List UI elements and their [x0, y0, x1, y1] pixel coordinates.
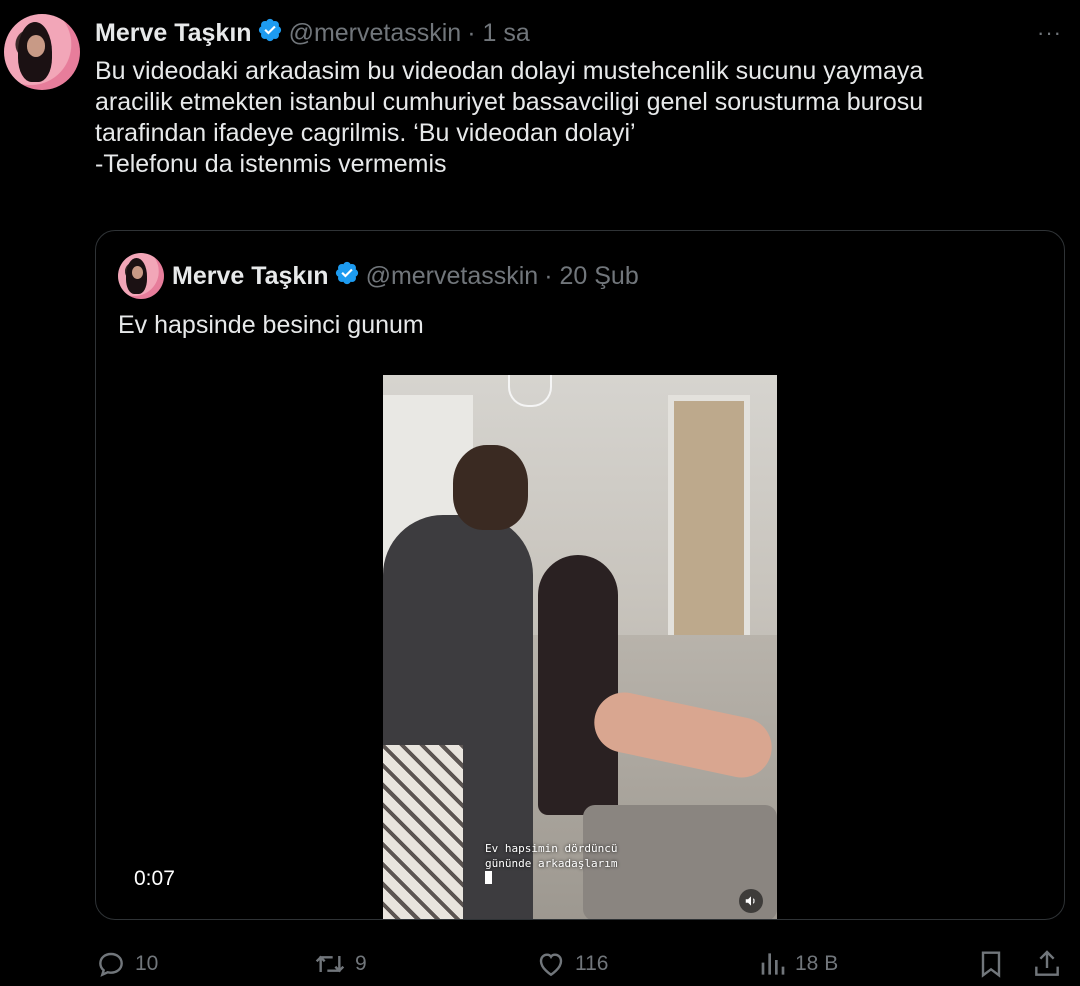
bookmark-button[interactable] — [975, 948, 1007, 980]
more-icon[interactable]: ··· — [1037, 20, 1062, 46]
views-button[interactable]: 18 B — [755, 948, 838, 980]
quoted-author-avatar[interactable] — [118, 253, 164, 299]
avatar-face — [131, 265, 143, 279]
share-button[interactable] — [1031, 948, 1063, 980]
verified-badge-icon — [257, 17, 283, 50]
tweet-header: Merve Taşkın @mervetasskin · 1 sa — [95, 18, 530, 48]
caption-cursor — [485, 871, 492, 884]
reply-button[interactable]: 10 — [95, 948, 158, 980]
tweet-actions: 10 9 116 18 B — [95, 942, 1070, 986]
video-caption-line: gününde arkadaşlarım — [485, 857, 618, 870]
retweet-button[interactable]: 9 — [313, 948, 367, 980]
video-scene-woman — [538, 555, 618, 815]
quoted-tweet-time: · 20 Şub — [544, 261, 639, 290]
share-icon — [1035, 950, 1059, 976]
author-handle[interactable]: @mervetasskin — [289, 19, 462, 48]
tweet-text-line: -Telefonu da istenmis vermemis — [95, 150, 447, 178]
quoted-tweet-header: Merve Taşkın @mervetasskin · 20 Şub — [172, 261, 639, 291]
video-timestamp: 0:07 — [134, 867, 175, 890]
video-player[interactable]: Ev hapsimin dördüncü gününde arkadaşları… — [383, 375, 777, 919]
bookmark-icon — [981, 951, 1001, 978]
author-name[interactable]: Merve Taşkın — [95, 19, 252, 48]
mute-icon[interactable] — [739, 889, 763, 913]
quoted-author-handle: @mervetasskin — [365, 261, 539, 290]
reply-count: 10 — [135, 952, 159, 975]
video-scene-lamp — [508, 375, 552, 407]
video-scene-door — [668, 395, 750, 647]
video-scene-pillow — [383, 745, 463, 919]
tweet-text: Bu videodaki arkadasim bu videodan dolay… — [95, 56, 1070, 180]
like-count: 116 — [575, 952, 609, 975]
retweet-icon — [315, 955, 345, 973]
quoted-tweet-text: Ev hapsinde besinci gunum — [118, 311, 424, 339]
avatar-face — [26, 35, 46, 57]
author-avatar[interactable] — [4, 14, 80, 90]
quoted-author-name: Merve Taşkın — [172, 261, 329, 290]
tweet-text-line: tarafindan ifadeye cagrilmis. ‘Bu videod… — [95, 119, 636, 147]
like-button[interactable]: 116 — [535, 948, 608, 980]
quoted-tweet-card[interactable]: Merve Taşkın @mervetasskin · 20 Şub Ev h… — [95, 230, 1065, 920]
video-caption-line: Ev hapsimin dördüncü — [485, 842, 618, 855]
views-icon — [761, 953, 785, 975]
reply-icon — [99, 952, 123, 977]
retweet-count: 9 — [355, 952, 367, 975]
verified-badge-icon — [334, 260, 360, 293]
tweet-time[interactable]: · 1 sa — [467, 19, 530, 48]
like-icon — [539, 953, 563, 977]
video-caption: Ev hapsimin dördüncü gününde arkadaşları… — [485, 841, 617, 888]
tweet-text-line: aracilik etmekten istanbul cumhuriyet ba… — [95, 88, 924, 116]
tweet-text-line: Bu videodaki arkadasim bu videodan dolay… — [95, 57, 924, 85]
views-count: 18 B — [795, 952, 839, 975]
video-scene-man-head — [453, 445, 528, 530]
